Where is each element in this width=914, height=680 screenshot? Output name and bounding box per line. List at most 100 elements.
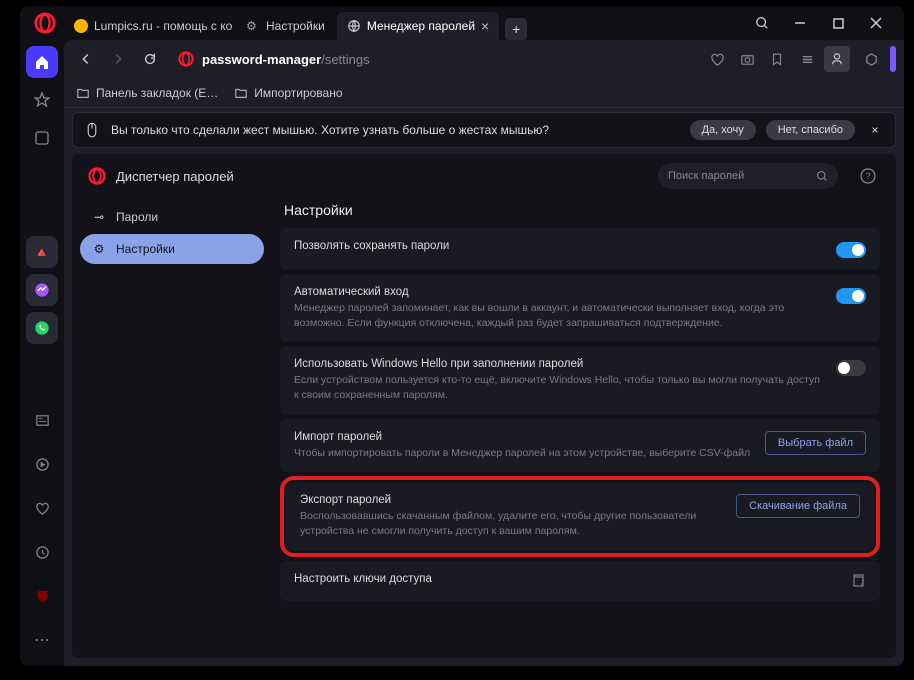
page-title: Диспетчер паролей <box>116 169 234 184</box>
opera-logo-icon <box>34 12 56 34</box>
mouse-icon <box>83 121 101 139</box>
home-button[interactable] <box>26 46 58 78</box>
maximize-button[interactable] <box>824 9 852 37</box>
bookmark-label: Панель закладок (E… <box>96 86 218 100</box>
pinboard-button[interactable] <box>26 122 58 154</box>
url-text: password-manager/settings <box>202 52 370 67</box>
setting-desc: Если устройством пользуется кто-то ещё, … <box>294 373 824 402</box>
back-button[interactable] <box>72 45 100 73</box>
setting-label: Автоматический вход <box>294 286 824 298</box>
content-column: password-manager/settings Панель закладо… <box>64 40 904 666</box>
browser-sidebar: 🔺 ⋯ <box>20 40 64 666</box>
toggle-save-passwords[interactable] <box>836 242 866 258</box>
gesture-banner: Вы только что сделали жест мышью. Хотите… <box>72 112 896 148</box>
ublock-button[interactable] <box>26 580 58 612</box>
tab-strip: Lumpics.ru - помощь с ко ⚙ Настройки Мен… <box>64 6 748 40</box>
aria-button[interactable]: 🔺 <box>26 236 58 268</box>
tab-label: Менеджер паролей <box>367 19 475 33</box>
new-tab-button[interactable]: + <box>505 18 527 40</box>
folder-icon <box>234 86 248 100</box>
reload-button[interactable] <box>136 45 164 73</box>
setting-label: Экспорт паролей <box>300 494 724 506</box>
help-button[interactable]: ? <box>856 164 880 188</box>
banner-yes-button[interactable]: Да, хочу <box>690 120 756 140</box>
tab-settings[interactable]: ⚙ Настройки <box>236 12 335 40</box>
setting-auto-signin: Автоматический вход Менеджер паролей зап… <box>280 274 880 342</box>
sidenav-label: Пароли <box>116 210 158 224</box>
bookmark-folder-panel[interactable]: Панель закладок (E… <box>76 86 218 100</box>
setting-save-passwords: Позволять сохранять пароли <box>280 228 880 270</box>
sidenav-passwords[interactable]: ⊸ Пароли <box>80 202 264 232</box>
settings-heading: Настройки <box>280 202 880 218</box>
browser-window: Lumpics.ru - помощь с ко ⚙ Настройки Мен… <box>20 6 904 666</box>
forward-button[interactable] <box>104 45 132 73</box>
page-header: Диспетчер паролей Поиск паролей ? <box>72 154 896 198</box>
search-placeholder: Поиск паролей <box>668 170 816 182</box>
globe-icon <box>347 19 361 33</box>
messenger-button[interactable] <box>26 274 58 306</box>
sidenav-settings[interactable]: ⚙ Настройки <box>80 234 264 264</box>
setting-label: Импорт паролей <box>294 431 753 443</box>
heart-button[interactable] <box>26 492 58 524</box>
setting-desc: Чтобы импортировать пароли в Менеджер па… <box>294 446 753 461</box>
setting-passkeys[interactable]: Настроить ключи доступа <box>280 561 880 601</box>
password-manager-page: Диспетчер паролей Поиск паролей ? ⊸ Паро… <box>72 154 896 658</box>
export-button[interactable]: Скачивание файла <box>736 494 860 518</box>
setting-export: Экспорт паролей Воспользовавшись скачанн… <box>286 482 874 550</box>
extensions-button[interactable] <box>858 46 884 72</box>
address-bar: password-manager/settings <box>64 40 904 78</box>
tab-label: Настройки <box>266 19 325 33</box>
bookmark-folder-imported[interactable]: Импортировано <box>234 86 342 100</box>
close-icon[interactable]: × <box>481 18 489 34</box>
sidebar-toggle[interactable] <box>890 46 896 72</box>
folder-icon <box>76 86 90 100</box>
tab-label: Lumpics.ru - помощь с ко <box>94 19 232 33</box>
url-field[interactable]: password-manager/settings <box>168 45 700 73</box>
sidenav-label: Настройки <box>116 242 175 256</box>
banner-close-button[interactable]: × <box>865 123 885 137</box>
setting-windows-hello: Использовать Windows Hello при заполнени… <box>280 346 880 414</box>
camera-button[interactable] <box>734 46 760 72</box>
gear-icon: ⚙ <box>246 19 260 33</box>
favicon-icon <box>74 19 88 33</box>
bookmark-label: Импортировано <box>254 86 342 100</box>
setting-label: Позволять сохранять пароли <box>294 240 824 252</box>
history-button[interactable] <box>26 536 58 568</box>
banner-text: Вы только что сделали жест мышью. Хотите… <box>111 123 680 137</box>
search-button[interactable] <box>748 9 776 37</box>
banner-no-button[interactable]: Нет, спасибо <box>766 120 855 140</box>
minimize-button[interactable] <box>786 9 814 37</box>
search-icon <box>816 170 828 182</box>
setting-label: Настроить ключи доступа <box>294 573 838 585</box>
more-button[interactable]: ⋯ <box>26 624 58 656</box>
window-controls <box>748 9 898 37</box>
settings-panel: Настройки Позволять сохранять пароли Авт… <box>272 198 896 658</box>
profile-button[interactable] <box>824 46 850 72</box>
toggle-auto-signin[interactable] <box>836 288 866 304</box>
close-window-button[interactable] <box>862 9 890 37</box>
setting-label: Использовать Windows Hello при заполнени… <box>294 358 824 370</box>
opera-icon <box>88 167 106 185</box>
toggle-windows-hello[interactable] <box>836 360 866 376</box>
setting-desc: Менеджер паролей запоминает, как вы вошл… <box>294 301 824 330</box>
key-icon: ⊸ <box>92 210 106 224</box>
bookmark-star-button[interactable] <box>26 84 58 116</box>
player-button[interactable] <box>26 448 58 480</box>
bookmark-page-button[interactable] <box>764 46 790 72</box>
titlebar: Lumpics.ru - помощь с ко ⚙ Настройки Мен… <box>20 6 904 40</box>
bookmark-button[interactable] <box>704 46 730 72</box>
tab-lumpics[interactable]: Lumpics.ru - помощь с ко <box>64 12 234 40</box>
svg-text:?: ? <box>865 171 870 181</box>
tab-password-manager[interactable]: Менеджер паролей × <box>337 12 499 40</box>
main-row: 🔺 ⋯ password-manager/settings <box>20 40 904 666</box>
news-button[interactable] <box>26 404 58 436</box>
settings-sidenav: ⊸ Пароли ⚙ Настройки <box>72 198 272 658</box>
search-input[interactable]: Поиск паролей <box>658 163 838 189</box>
whatsapp-button[interactable] <box>26 312 58 344</box>
menu-button[interactable] <box>794 46 820 72</box>
gear-icon: ⚙ <box>92 242 106 256</box>
import-button[interactable]: Выбрать файл <box>765 431 866 455</box>
opera-icon <box>178 51 194 67</box>
bookmarks-bar: Панель закладок (E… Импортировано <box>64 78 904 108</box>
page-body: ⊸ Пароли ⚙ Настройки Настройки Позволят <box>72 198 896 658</box>
